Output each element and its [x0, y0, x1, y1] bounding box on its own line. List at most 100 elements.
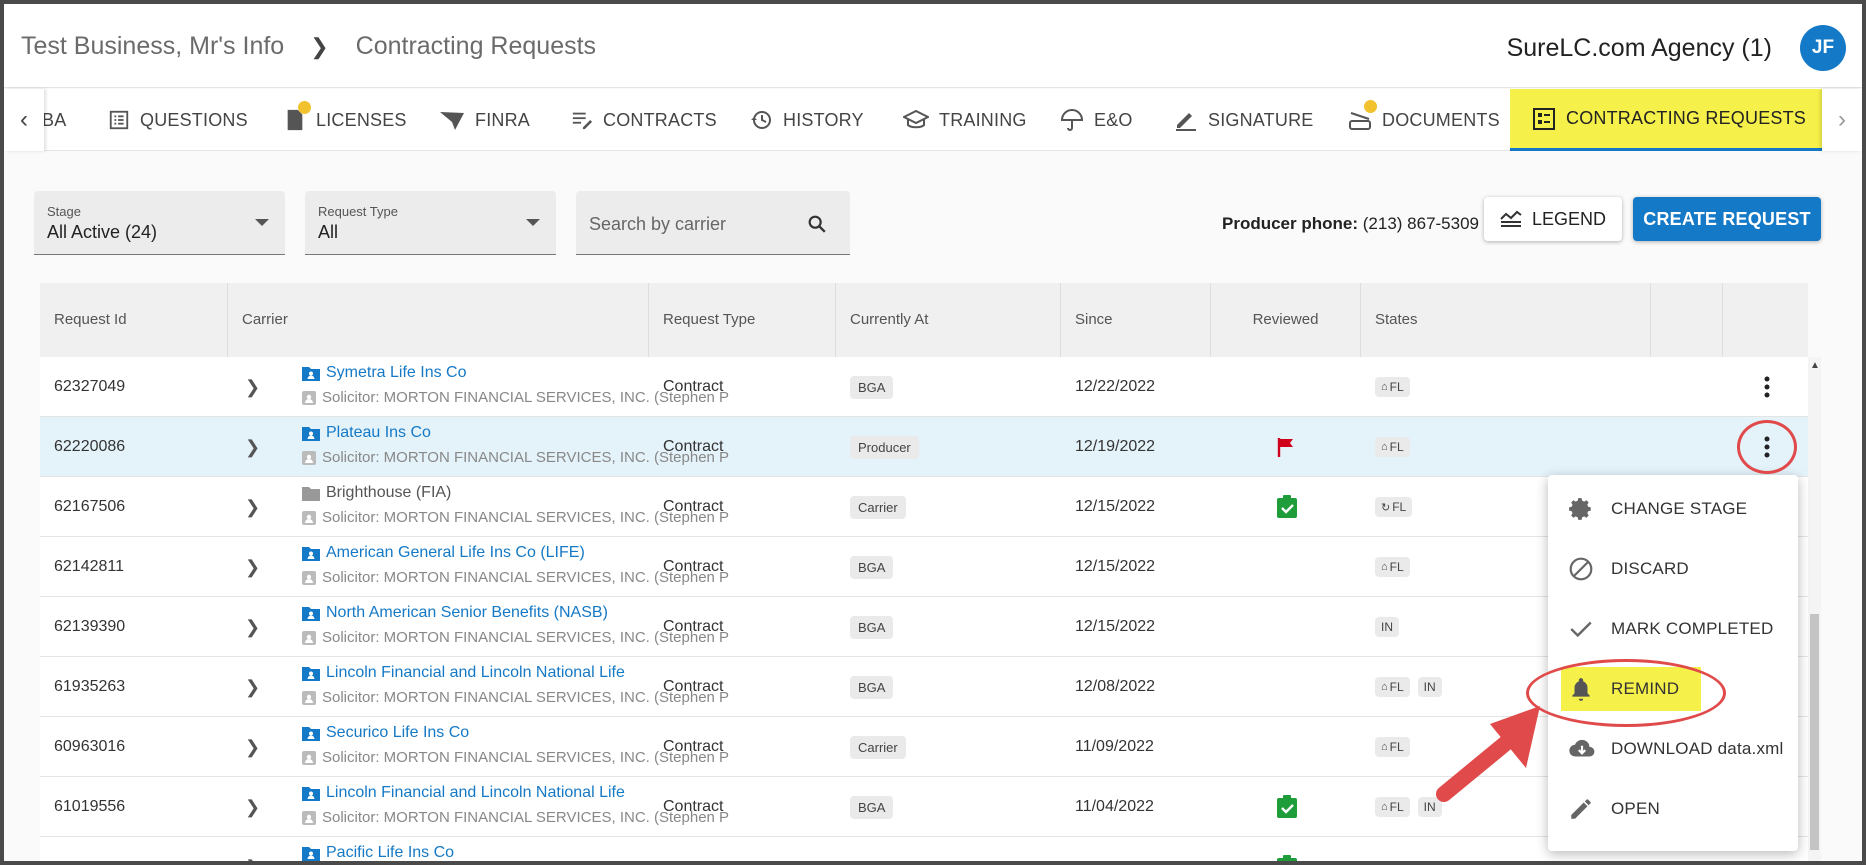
tab-questions[interactable]: QUESTIONS — [108, 89, 248, 151]
list-icon — [109, 110, 129, 130]
currently-at-chip: Producer — [850, 435, 919, 459]
tab-finra[interactable]: FINRA — [439, 89, 530, 151]
history-icon — [751, 111, 771, 129]
folder-person-icon — [302, 547, 320, 561]
tab-label: FINRA — [475, 109, 530, 130]
scrollbar-thumb[interactable] — [1810, 614, 1819, 850]
menu-item-change-stage[interactable]: CHANGE STAGE — [1548, 479, 1798, 539]
request-id: 62327049 — [54, 378, 126, 395]
since-date: 11/04/2022 — [1075, 798, 1154, 815]
column-header[interactable]: Request Type — [649, 283, 836, 357]
folder-person-icon — [302, 727, 320, 741]
chevron-right-icon[interactable]: ❯ — [245, 557, 260, 578]
states-cell: ⌂ FL — [1375, 717, 1418, 777]
column-header[interactable]: States — [1361, 283, 1651, 357]
caret-down-icon — [526, 219, 540, 226]
request-type: Contract — [663, 738, 724, 755]
badge-icon — [302, 571, 316, 585]
chevron-right-icon[interactable]: ❯ — [245, 497, 260, 518]
tab-documents[interactable]: DOCUMENTS — [1348, 89, 1500, 151]
state-chip: ⌂ FL — [1375, 677, 1410, 697]
carrier-name: Lincoln Financial and Lincoln National L… — [326, 664, 625, 681]
reviewed-indicator — [1276, 417, 1296, 477]
reviewed-indicator — [1276, 837, 1298, 861]
column-header[interactable]: Reviewed — [1211, 283, 1361, 357]
tab-licenses[interactable]: LICENSES — [284, 89, 407, 151]
column-header[interactable]: Currently At — [836, 283, 1061, 357]
column-header[interactable]: Request Id — [40, 283, 228, 357]
avatar[interactable]: JF — [1800, 25, 1846, 71]
legend-button[interactable]: LEGEND — [1484, 197, 1622, 241]
search-placeholder: Search by carrier — [589, 214, 727, 234]
tab-ba[interactable]: BA — [42, 89, 66, 151]
menu-item-label: OPEN — [1611, 799, 1660, 818]
check-icon — [1570, 621, 1592, 638]
tabs-scroll-left-button[interactable]: ‹ — [4, 89, 44, 151]
tab-history[interactable]: HISTORY — [749, 89, 864, 151]
home-icon: ⌂ — [1381, 381, 1388, 393]
table-row[interactable]: ❯ Pacific Life Ins Co — [40, 837, 1808, 861]
column-header[interactable]: Since — [1061, 283, 1211, 357]
table-row[interactable]: 62142811 ❯ American General Life Ins Co (L… — [40, 537, 1808, 597]
menu-item-download[interactable]: DOWNLOAD data.xml — [1548, 719, 1798, 779]
home-icon: ⌂ — [1381, 801, 1388, 813]
producer-phone-value: (213) 867-5309 — [1362, 214, 1480, 233]
clipboard-check-icon — [1277, 495, 1297, 518]
notification-dot — [298, 101, 311, 114]
stage-value: All Active (24) — [47, 222, 158, 242]
page-header: Test Business, Mr's Info ❯ Contracting R… — [4, 4, 1862, 88]
table-row[interactable]: 62220086 ❯ Plateau Ins Co Solicitor: MORTON… — [40, 417, 1808, 477]
carrier-link[interactable]: Pacific Life Ins Co — [302, 841, 454, 861]
state-code: IN — [1423, 680, 1436, 694]
breadcrumb-root-link[interactable]: Test Business, Mr's Info — [21, 32, 284, 61]
request-type: Contract — [663, 798, 724, 815]
states-cell: ⌂ FL — [1375, 357, 1418, 417]
request-type-select[interactable]: Request Type All — [305, 191, 556, 255]
request-type: Contract — [663, 498, 724, 515]
tab-contracts[interactable]: CONTRACTS — [571, 89, 717, 151]
table-row[interactable]: 62139390 ❯ North American Senior Benefits … — [40, 597, 1808, 657]
carrier-name: Brighthouse (FIA) — [326, 484, 452, 501]
row-actions-button[interactable] — [1763, 375, 1771, 404]
column-header[interactable]: Carrier — [228, 283, 649, 357]
tabs-scroll-right-button[interactable]: › — [1822, 89, 1862, 151]
since-date: 12/08/2022 — [1075, 678, 1156, 695]
request-id: 62142811 — [54, 558, 124, 575]
states-cell: IN — [1375, 597, 1407, 657]
menu-item-open[interactable]: OPEN — [1548, 779, 1798, 839]
stage-select[interactable]: Stage All Active (24) — [34, 191, 285, 255]
chevron-right-icon[interactable]: ❯ — [245, 857, 260, 861]
folder-person-icon — [302, 607, 320, 621]
chevron-right-icon[interactable]: ❯ — [245, 737, 260, 758]
agency-name[interactable]: SureLC.com Agency (1) — [1507, 34, 1772, 63]
folder-person-icon — [302, 787, 320, 801]
state-code: FL — [1389, 740, 1404, 754]
table-row[interactable]: 62167506 ❯ Brighthouse (FIA) Solicitor: MOR… — [40, 477, 1808, 537]
menu-item-mark-completed[interactable]: MARK COMPLETED — [1548, 599, 1798, 659]
scroll-up-icon[interactable]: ▲ — [1810, 360, 1820, 371]
column-header-actions — [1651, 283, 1723, 357]
chevron-right-icon[interactable]: ❯ — [245, 377, 260, 398]
chevron-right-icon[interactable]: ❯ — [245, 677, 260, 698]
tab-eo[interactable]: E&O — [1060, 89, 1133, 151]
notification-dot — [1364, 100, 1377, 113]
search-icon[interactable] — [806, 213, 828, 235]
carrier-search-input[interactable]: Search by carrier — [576, 191, 850, 255]
chevron-right-icon[interactable]: ❯ — [245, 797, 260, 818]
carrier-name: Lincoln Financial and Lincoln National L… — [326, 784, 625, 801]
home-icon: ⌂ — [1381, 681, 1388, 693]
create-request-button[interactable]: CREATE REQUEST — [1633, 197, 1821, 241]
table-header: Request Id Carrier Request Type Currentl… — [40, 283, 1808, 357]
tab-label: BA — [42, 109, 67, 130]
tab-training[interactable]: TRAINING — [903, 89, 1027, 151]
chevron-right-icon[interactable]: ❯ — [245, 437, 260, 458]
annotation-circle-kebab — [1737, 420, 1797, 474]
breadcrumb: Test Business, Mr's Info ❯ Contracting R… — [21, 32, 596, 61]
menu-item-label: CHANGE STAGE — [1611, 499, 1748, 518]
tab-contracting-requests[interactable]: CONTRACTING REQUESTS — [1510, 89, 1829, 151]
table-row[interactable]: 62327049 ❯ Symetra Life Ins Co Solicitor: M… — [40, 357, 1808, 417]
chevron-right-icon[interactable]: ❯ — [245, 617, 260, 638]
pencil-icon — [1176, 113, 1196, 131]
menu-item-discard[interactable]: DISCARD — [1548, 539, 1798, 599]
tab-signature[interactable]: SIGNATURE — [1174, 89, 1313, 151]
